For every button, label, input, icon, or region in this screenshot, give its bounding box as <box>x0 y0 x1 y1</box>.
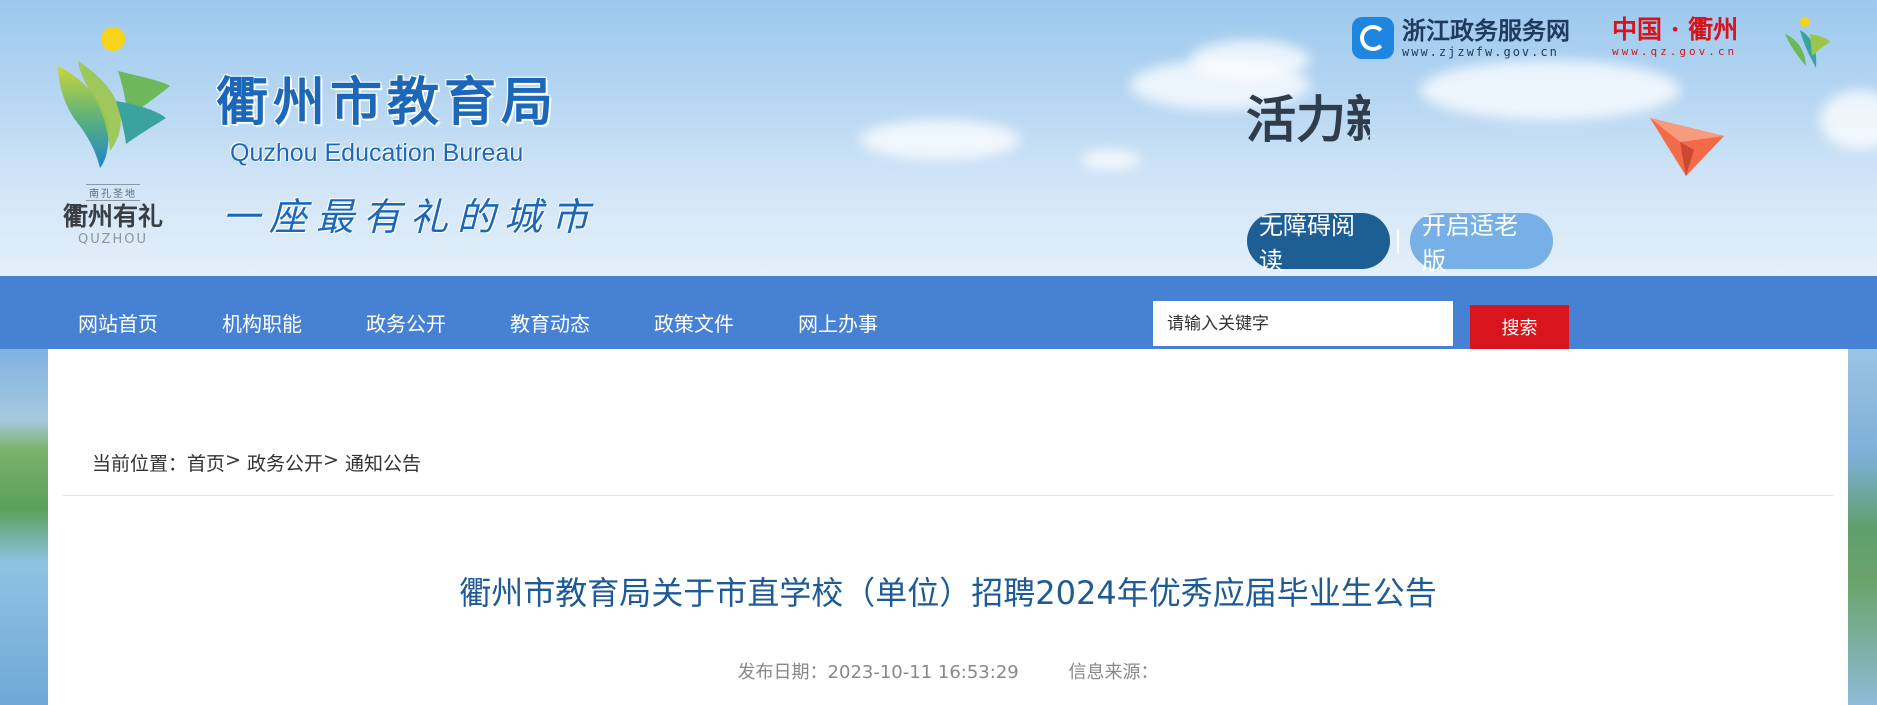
zjzwfw-url: www.zjzwfw.gov.cn <box>1402 44 1559 59</box>
qz-gov-url: www.qz.gov.cn <box>1612 45 1738 58</box>
mini-city-logo-icon[interactable] <box>1780 16 1830 76</box>
search-input[interactable] <box>1153 301 1453 346</box>
logo-wordmark: 南孔圣地 衢州有礼 QUZHOU <box>48 182 178 247</box>
scenery-background-right <box>1848 349 1877 705</box>
main-nav: 网站首页 机构职能 政务公开 教育动态 政策文件 网上办事 <box>0 276 1877 349</box>
nav-item-online-service[interactable]: 网上办事 <box>798 276 878 349</box>
logo-en-text: QUZHOU <box>78 232 148 247</box>
scenery-background-left <box>0 349 48 705</box>
qz-gov-name: 中国 · 衢州 <box>1612 15 1739 44</box>
banner-text: 活力新 <box>1246 90 1370 149</box>
publish-date: 发布日期：2023-10-11 16:53:29 <box>738 662 1019 683</box>
zjzwfw-icon <box>1352 17 1394 59</box>
logo-tag: 南孔圣地 <box>86 184 140 201</box>
cloud-decoration <box>1190 40 1310 80</box>
publish-date-label: 发布日期： <box>737 662 828 683</box>
logo-sun-icon <box>101 27 125 51</box>
info-source-label: 信息来源： <box>1068 662 1159 683</box>
logo-cn-text: 衢州有礼 <box>62 202 163 231</box>
breadcrumb-home[interactable]: 首页 <box>187 449 225 476</box>
site-slogan: 一座最有礼的城市 <box>222 195 599 239</box>
qz-gov-link[interactable]: 中国 · 衢州 www.qz.gov.cn <box>1612 17 1738 57</box>
button-separator: | <box>1394 226 1403 254</box>
site-title: 衢州市教育局 <box>216 73 559 133</box>
nav-item-education-news[interactable]: 教育动态 <box>510 276 590 349</box>
site-title-en: Quzhou Education Bureau <box>230 139 524 167</box>
breadcrumb-separator: > <box>323 449 345 471</box>
city-logo-icon <box>58 61 170 168</box>
breadcrumb: 当前位置： 首页 > 政务公开 > 通知公告 <box>92 449 421 476</box>
cloud-decoration <box>860 120 1020 160</box>
main-content: 当前位置： 首页 > 政务公开 > 通知公告 衢州市教育局关于市直学校（单位）招… <box>48 349 1848 705</box>
nav-item-policy[interactable]: 政策文件 <box>654 276 734 349</box>
breadcrumb-divider <box>63 495 1833 496</box>
paper-plane-icon <box>1650 118 1724 176</box>
breadcrumb-separator: > <box>225 449 247 471</box>
cloud-decoration <box>1080 150 1140 170</box>
nav-item-institution[interactable]: 机构职能 <box>222 276 302 349</box>
cloud-decoration <box>1820 90 1877 150</box>
accessible-reading-button[interactable]: 无障碍阅读 <box>1247 212 1390 275</box>
breadcrumb-gov-affairs[interactable]: 政务公开 <box>247 449 323 476</box>
breadcrumb-prefix: 当前位置： <box>92 453 188 475</box>
nav-item-gov-affairs[interactable]: 政务公开 <box>366 276 446 349</box>
article-title: 衢州市教育局关于市直学校（单位）招聘2024年优秀应届毕业生公告 <box>459 574 1437 612</box>
breadcrumb-notices[interactable]: 通知公告 <box>345 449 421 476</box>
zjzwfw-name: 浙江政务服务网 <box>1402 15 1570 45</box>
site-header: 南孔圣地 衢州有礼 QUZHOU 衢州市教育局 Quzhou Education… <box>0 0 1877 276</box>
nav-item-home[interactable]: 网站首页 <box>78 276 158 349</box>
article-meta: 发布日期：2023-10-11 16:53:29 信息来源： <box>48 658 1848 684</box>
zjzwfw-link[interactable]: 浙江政务服务网 www.zjzwfw.gov.cn <box>1352 17 1570 59</box>
cloud-decoration <box>1420 60 1680 120</box>
search-button[interactable]: 搜索 <box>1470 305 1569 349</box>
elder-mode-button[interactable]: 开启适老版 <box>1410 212 1553 275</box>
publish-date-value: 2023-10-11 16:53:29 <box>827 662 1019 683</box>
